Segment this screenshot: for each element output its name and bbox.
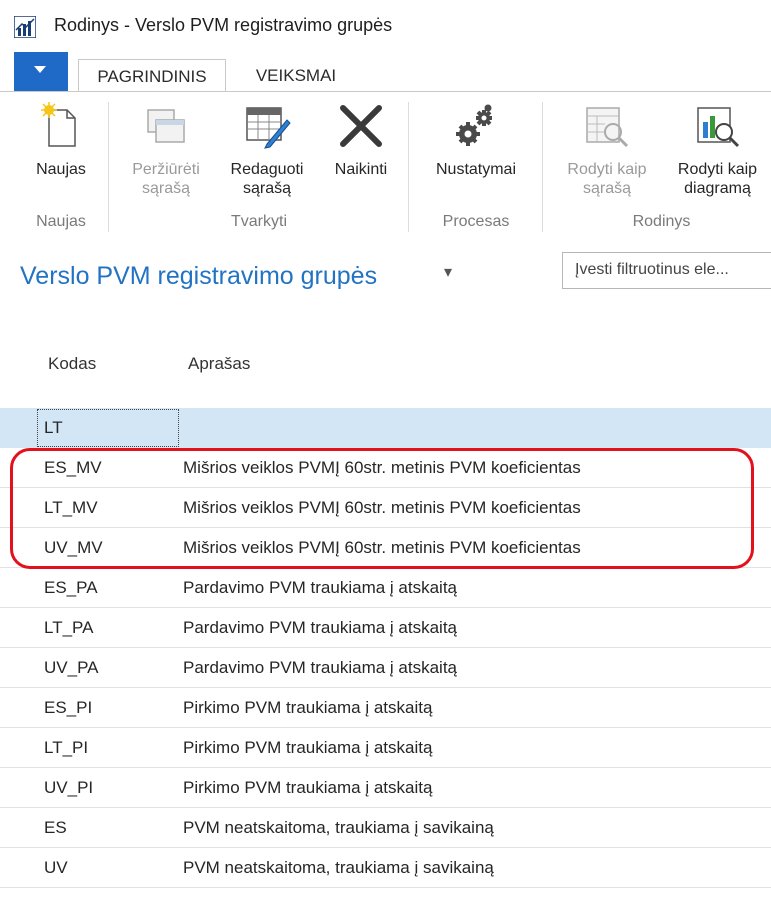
show-as-list-label: Rodyti kaip sąrašą [567,161,647,197]
edit-list-label: Redaguoti sąrašą [230,161,304,197]
gears-icon [456,104,492,146]
edit-list-icon [246,107,291,149]
table-row[interactable]: UV_PI Pirkimo PVM traukiama į atskaitą [0,768,771,808]
ribbon: Naujas Naujas Peržiūrėti sąrašą Redaguot… [0,92,771,244]
filter-box[interactable] [562,252,771,289]
cell-description: Pirkimo PVM traukiama į atskaitą [183,698,433,717]
new-document-icon [41,102,76,147]
cell-code: LT_MV [44,498,98,517]
view-list-label: Peržiūrėti sąrašą [132,161,200,197]
cell-description: Pardavimo PVM traukiama į atskaitą [183,578,457,597]
group-label-new: Naujas [36,213,86,230]
page-title: Verslo PVM registravimo grupės [20,262,378,290]
table-row[interactable]: UV_PA Pardavimo PVM traukiama į atskaitą [0,648,771,688]
table-row[interactable]: ES_MV Mišrios veiklos PVMĮ 60str. metini… [0,448,771,488]
show-as-list-icon [586,107,629,148]
cell-description: Mišrios veiklos PVMĮ 60str. metinis PVM … [183,458,581,477]
filter-input[interactable] [575,253,765,286]
cell-description: Pardavimo PVM traukiama į atskaitą [183,618,457,637]
table-row[interactable]: ES_PI Pirkimo PVM traukiama į atskaitą [0,688,771,728]
cell-description: Pirkimo PVM traukiama į atskaitą [183,738,433,757]
cell-code: UV_MV [44,538,103,557]
tab-veiksmai[interactable]: VEIKSMAI [240,59,352,92]
group-label-view: Rodinys [632,213,691,230]
table-row[interactable]: ES PVM neatskaitoma, traukiama į savikai… [0,808,771,848]
group-separator [408,102,409,232]
cell-description: Pardavimo PVM traukiama į atskaitą [183,658,457,677]
cell-code: UV_PA [44,658,99,677]
cell-code: UV_PI [44,778,94,797]
title-dropdown-icon[interactable]: ▾ [444,262,452,282]
table-row[interactable]: LT_PI Pirkimo PVM traukiama į atskaitą [0,728,771,768]
settings-label: Nustatymai [435,161,517,178]
cell-code: ES_MV [44,458,102,477]
cell-code: LT_PA [44,618,94,637]
group-label-process: Procesas [442,213,510,230]
cell-code: LT_PI [44,738,89,757]
group-separator [542,102,543,232]
tab-pagrindinis[interactable]: PAGRINDINIS [78,59,226,92]
table-row[interactable]: UV PVM neatskaitoma, traukiama į savikai… [0,848,771,888]
column-header-code[interactable]: Kodas [48,354,96,374]
cell-description: Pirkimo PVM traukiama į atskaitą [183,778,433,797]
app-chart-icon [14,16,36,38]
title-bar: Rodinys - Verslo PVM registravimo grupės [0,0,771,52]
dropdown-arrow-icon [34,66,46,73]
cell-description: Mišrios veiklos PVMĮ 60str. metinis PVM … [183,538,581,557]
ribbon-tabstrip: PAGRINDINIS VEIKSMAI [0,52,771,92]
column-header-description[interactable]: Aprašas [188,354,250,374]
new-button-label: Naujas [36,161,86,178]
delete-label: Naikinti [334,161,388,178]
show-as-chart-icon [697,107,740,148]
cell-description: PVM neatskaitoma, traukiama į savikainą [183,858,494,877]
view-list-icon [147,109,185,143]
window-title: Rodinys - Verslo PVM registravimo grupės [54,15,393,35]
show-as-chart-label: Rodyti kaip diagramą [677,161,758,197]
table-row[interactable]: ES_PA Pardavimo PVM traukiama į atskaitą [0,568,771,608]
table-row[interactable]: LT_PA Pardavimo PVM traukiama į atskaitą [0,608,771,648]
cell-code: UV [44,858,68,877]
table-row[interactable]: UV_MV Mišrios veiklos PVMĮ 60str. metini… [0,528,771,568]
table-row[interactable]: LT [0,408,771,448]
cell-description: PVM neatskaitoma, traukiama į savikainą [183,818,494,837]
cell-code: LT [44,418,63,437]
group-separator [108,102,109,232]
table-row[interactable]: LT_MV Mišrios veiklos PVMĮ 60str. metini… [0,488,771,528]
cell-code: ES_PA [44,578,98,597]
application-menu-button[interactable] [14,52,68,92]
cell-code: ES_PI [44,698,93,717]
delete-x-icon [340,105,382,147]
cell-code: ES [44,818,67,837]
cell-description: Mišrios veiklos PVMĮ 60str. metinis PVM … [183,498,581,517]
group-label-manage: Tvarkyti [231,213,287,230]
